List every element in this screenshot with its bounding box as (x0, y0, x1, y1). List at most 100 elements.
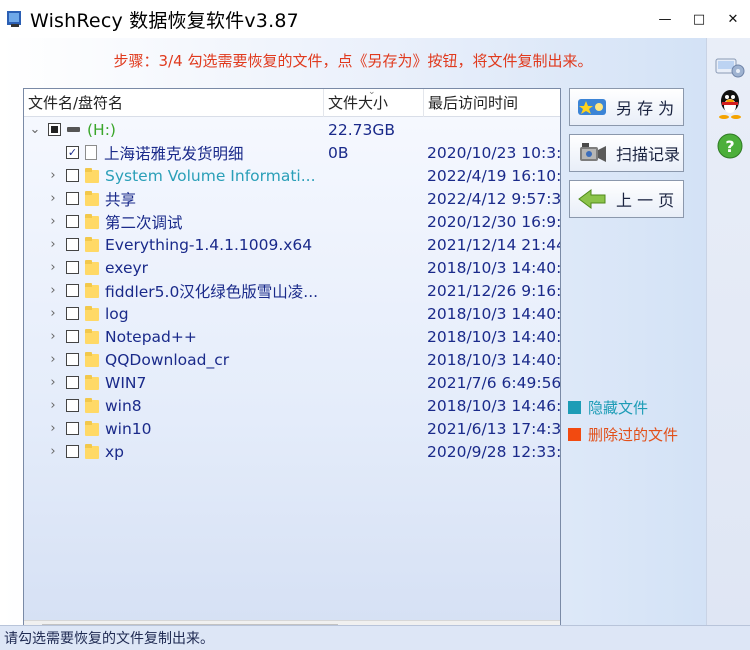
chevron-right-icon[interactable]: › (46, 237, 60, 252)
chevron-right-icon[interactable]: › (46, 352, 60, 367)
cell-size: 0B (328, 143, 349, 162)
row-checkbox[interactable] (66, 261, 79, 274)
column-header-name[interactable]: 文件名/盘符名 (24, 88, 324, 117)
table-row[interactable]: › fiddler5.0汉化绿色版雪山凌... 2021/12/26 9:16:4 (24, 279, 560, 302)
row-checkbox[interactable] (66, 169, 79, 182)
row-checkbox[interactable] (66, 445, 79, 458)
column-header-time[interactable]: 最后访问时间 (424, 89, 560, 117)
row-checkbox[interactable] (66, 284, 79, 297)
drive-icon (67, 127, 80, 132)
row-name: log (105, 304, 129, 323)
row-name: exeyr (105, 258, 149, 277)
cell-time: 2022/4/12 9:57:32 (427, 189, 560, 208)
chevron-right-icon[interactable]: › (46, 306, 60, 321)
cell-time: 2018/10/3 14:40:4 (427, 258, 560, 277)
cell-time: 2018/10/3 14:40:6 (427, 304, 560, 323)
row-checkbox[interactable]: ✓ (66, 146, 79, 159)
row-checkbox[interactable] (48, 123, 61, 136)
camcorder-icon (574, 138, 610, 168)
cell-time: 2021/6/13 17:4:32 (427, 419, 560, 438)
row-checkbox[interactable] (66, 399, 79, 412)
row-checkbox[interactable] (66, 192, 79, 205)
main-panel: 步骤：3/4 勾选需要恢复的文件，点《另存为》按钮，将文件复制出来。 文件名/盘… (0, 38, 706, 637)
table-row[interactable]: › log 2018/10/3 14:40:6 (24, 302, 560, 325)
cell-time: 2020/10/23 10:3:3 (427, 143, 560, 162)
cell-size: 22.73GB (328, 120, 396, 139)
folder-icon (85, 398, 99, 413)
table-row[interactable]: › Notepad++ 2018/10/3 14:40:6 (24, 325, 560, 348)
list-header: 文件名/盘符名 ⌄ 文件大小 最后访问时间 (24, 86, 560, 117)
row-checkbox[interactable] (66, 330, 79, 343)
table-row[interactable]: › exeyr 2018/10/3 14:40:4 (24, 256, 560, 279)
step-instruction: 步骤：3/4 勾选需要恢复的文件，点《另存为》按钮，将文件复制出来。 (113, 52, 593, 70)
folder-icon (85, 260, 99, 275)
row-checkbox[interactable] (66, 376, 79, 389)
row-checkbox[interactable] (66, 353, 79, 366)
scan-record-button[interactable]: 扫描记录 (569, 134, 684, 172)
sort-indicator-icon: ⌄ (368, 86, 376, 97)
row-name: System Volume Informati... (105, 166, 316, 185)
legend-hidden-files: 隐藏文件 (568, 397, 648, 418)
chevron-right-icon[interactable]: › (46, 260, 60, 275)
close-button[interactable]: ✕ (716, 0, 750, 38)
row-name: 第二次调试 (105, 213, 183, 232)
network-settings-icon[interactable] (714, 50, 746, 82)
chevron-right-icon[interactable]: › (46, 283, 60, 298)
row-name: win10 (105, 419, 152, 438)
save-as-button[interactable]: 另 存 为 (569, 88, 684, 126)
row-checkbox[interactable] (66, 215, 79, 228)
row-checkbox[interactable] (66, 307, 79, 320)
help-icon[interactable]: ? (714, 130, 746, 162)
folder-icon (85, 421, 99, 436)
row-checkbox[interactable] (66, 422, 79, 435)
folder-icon (85, 191, 99, 206)
chevron-right-icon[interactable]: › (46, 398, 60, 413)
expand-down-icon[interactable]: ⌄ (28, 122, 42, 137)
chevron-right-icon[interactable]: › (46, 168, 60, 183)
table-row[interactable]: › WIN7 2021/7/6 6:49:56 (24, 371, 560, 394)
window-title: WishRecy 数据恢复软件v3.87 (30, 9, 299, 32)
file-tree-list[interactable]: 文件名/盘符名 ⌄ 文件大小 最后访问时间 ⌄ (H:) 22.73GB ✓ 上海诺雅克… (23, 86, 561, 637)
table-row[interactable]: › 共享 2022/4/12 9:57:32 (24, 187, 560, 210)
window-controls: — □ ✕ (648, 0, 750, 38)
cell-name: › exeyr (24, 259, 324, 277)
column-header-size[interactable]: ⌄ 文件大小 (324, 86, 424, 117)
row-name: QQDownload_cr (105, 350, 230, 369)
table-row[interactable]: ✓ 上海诺雅克发货明细 0B 2020/10/23 10:3:3 (24, 141, 560, 164)
chevron-right-icon[interactable]: › (46, 375, 60, 390)
column-header-size-label: 文件大小 (328, 94, 389, 112)
maximize-button[interactable]: □ (682, 0, 716, 38)
row-checkbox[interactable] (66, 238, 79, 251)
cell-name: › win8 (24, 397, 324, 415)
chevron-right-icon[interactable]: › (46, 329, 60, 344)
table-row[interactable]: › System Volume Informati... 2022/4/19 16:… (24, 164, 560, 187)
check-mark-icon: ✓ (67, 146, 78, 159)
previous-page-button[interactable]: 上 一 页 (569, 180, 684, 218)
cell-name: › xp (24, 443, 324, 461)
row-name: xp (105, 442, 125, 461)
folder-icon (85, 214, 99, 229)
hidden-files-swatch (568, 401, 581, 414)
chevron-right-icon[interactable]: › (46, 214, 60, 229)
folder-icon (85, 375, 99, 390)
chevron-right-icon[interactable]: › (46, 421, 60, 436)
table-row[interactable]: › xp 2020/9/28 12:33:5 (24, 440, 560, 463)
cell-name: › 第二次调试 (24, 211, 324, 233)
table-row[interactable]: › Everything-1.4.1.1009.x64 2021/12/14 21:… (24, 233, 560, 256)
chevron-right-icon[interactable]: › (46, 444, 60, 459)
qq-penguin-icon[interactable] (714, 88, 746, 120)
scan-record-label: 扫描记录 (616, 145, 681, 164)
cell-name: › Everything-1.4.1.1009.x64 (24, 236, 324, 254)
legend-deleted-files: 删除过的文件 (568, 424, 678, 445)
folder-icon (85, 237, 99, 252)
chevron-right-icon[interactable]: › (46, 191, 60, 206)
svg-text:?: ? (725, 137, 734, 156)
table-row[interactable]: ⌄ (H:) 22.73GB (24, 118, 560, 141)
minimize-button[interactable]: — (648, 0, 682, 38)
row-name: Notepad++ (105, 327, 197, 346)
cell-time: 2020/9/28 12:33:5 (427, 442, 560, 461)
table-row[interactable]: › QQDownload_cr 2018/10/3 14:40:6 (24, 348, 560, 371)
table-row[interactable]: › win8 2018/10/3 14:46:2 (24, 394, 560, 417)
table-row[interactable]: › win10 2021/6/13 17:4:32 (24, 417, 560, 440)
table-row[interactable]: › 第二次调试 2020/12/30 16:9:2 (24, 210, 560, 233)
